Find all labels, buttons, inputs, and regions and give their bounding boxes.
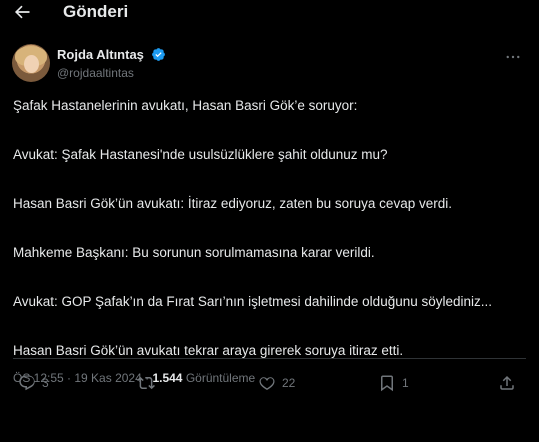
more-button[interactable] — [504, 48, 522, 66]
page-title: Gönderi — [63, 2, 129, 21]
author-name[interactable]: Rojda Altıntaş — [57, 47, 144, 62]
like-button[interactable]: 22 — [258, 374, 295, 392]
share-button[interactable] — [498, 374, 516, 392]
header: Gönderi — [0, 0, 539, 30]
author-handle[interactable]: @rojdaaltintas — [57, 66, 134, 80]
retweet-button[interactable] — [137, 374, 161, 392]
bookmark-count: 1 — [402, 376, 409, 390]
like-count: 22 — [282, 376, 296, 390]
like-icon — [259, 377, 275, 391]
tweet-paragraph: Avukat: Şafak Hastanesi'nde usulsüzlükle… — [13, 147, 388, 162]
bookmark-button[interactable]: 1 — [378, 374, 409, 392]
share-icon — [500, 375, 514, 390]
tweet-text: Şafak Hastanelerinin avukatı, Hasan Basr… — [13, 96, 528, 361]
back-arrow-icon — [14, 5, 30, 19]
tweet-paragraph: Şafak Hastanelerinin avukatı, Hasan Basr… — [13, 98, 358, 113]
verified-badge-icon — [152, 48, 165, 61]
bookmark-icon — [381, 375, 393, 392]
action-bar: 3 22 1 — [0, 370, 539, 400]
tweet-paragraph: Avukat: GOP Şafak’ın da Fırat Sarı’nın i… — [13, 294, 493, 309]
retweet-icon — [137, 376, 155, 390]
reply-button[interactable]: 3 — [18, 374, 49, 392]
reply-count: 3 — [42, 376, 49, 390]
tweet-paragraph: Mahkeme Başkanı: Bu sorunun sorulmamasın… — [13, 245, 375, 260]
avatar[interactable] — [12, 44, 50, 82]
more-icon — [506, 55, 520, 59]
divider — [13, 358, 526, 359]
reply-icon — [19, 375, 35, 391]
tweet-paragraph: Hasan Basri Gök’ün avukatı: İtiraz ediyo… — [13, 196, 452, 211]
back-button[interactable] — [12, 2, 32, 22]
